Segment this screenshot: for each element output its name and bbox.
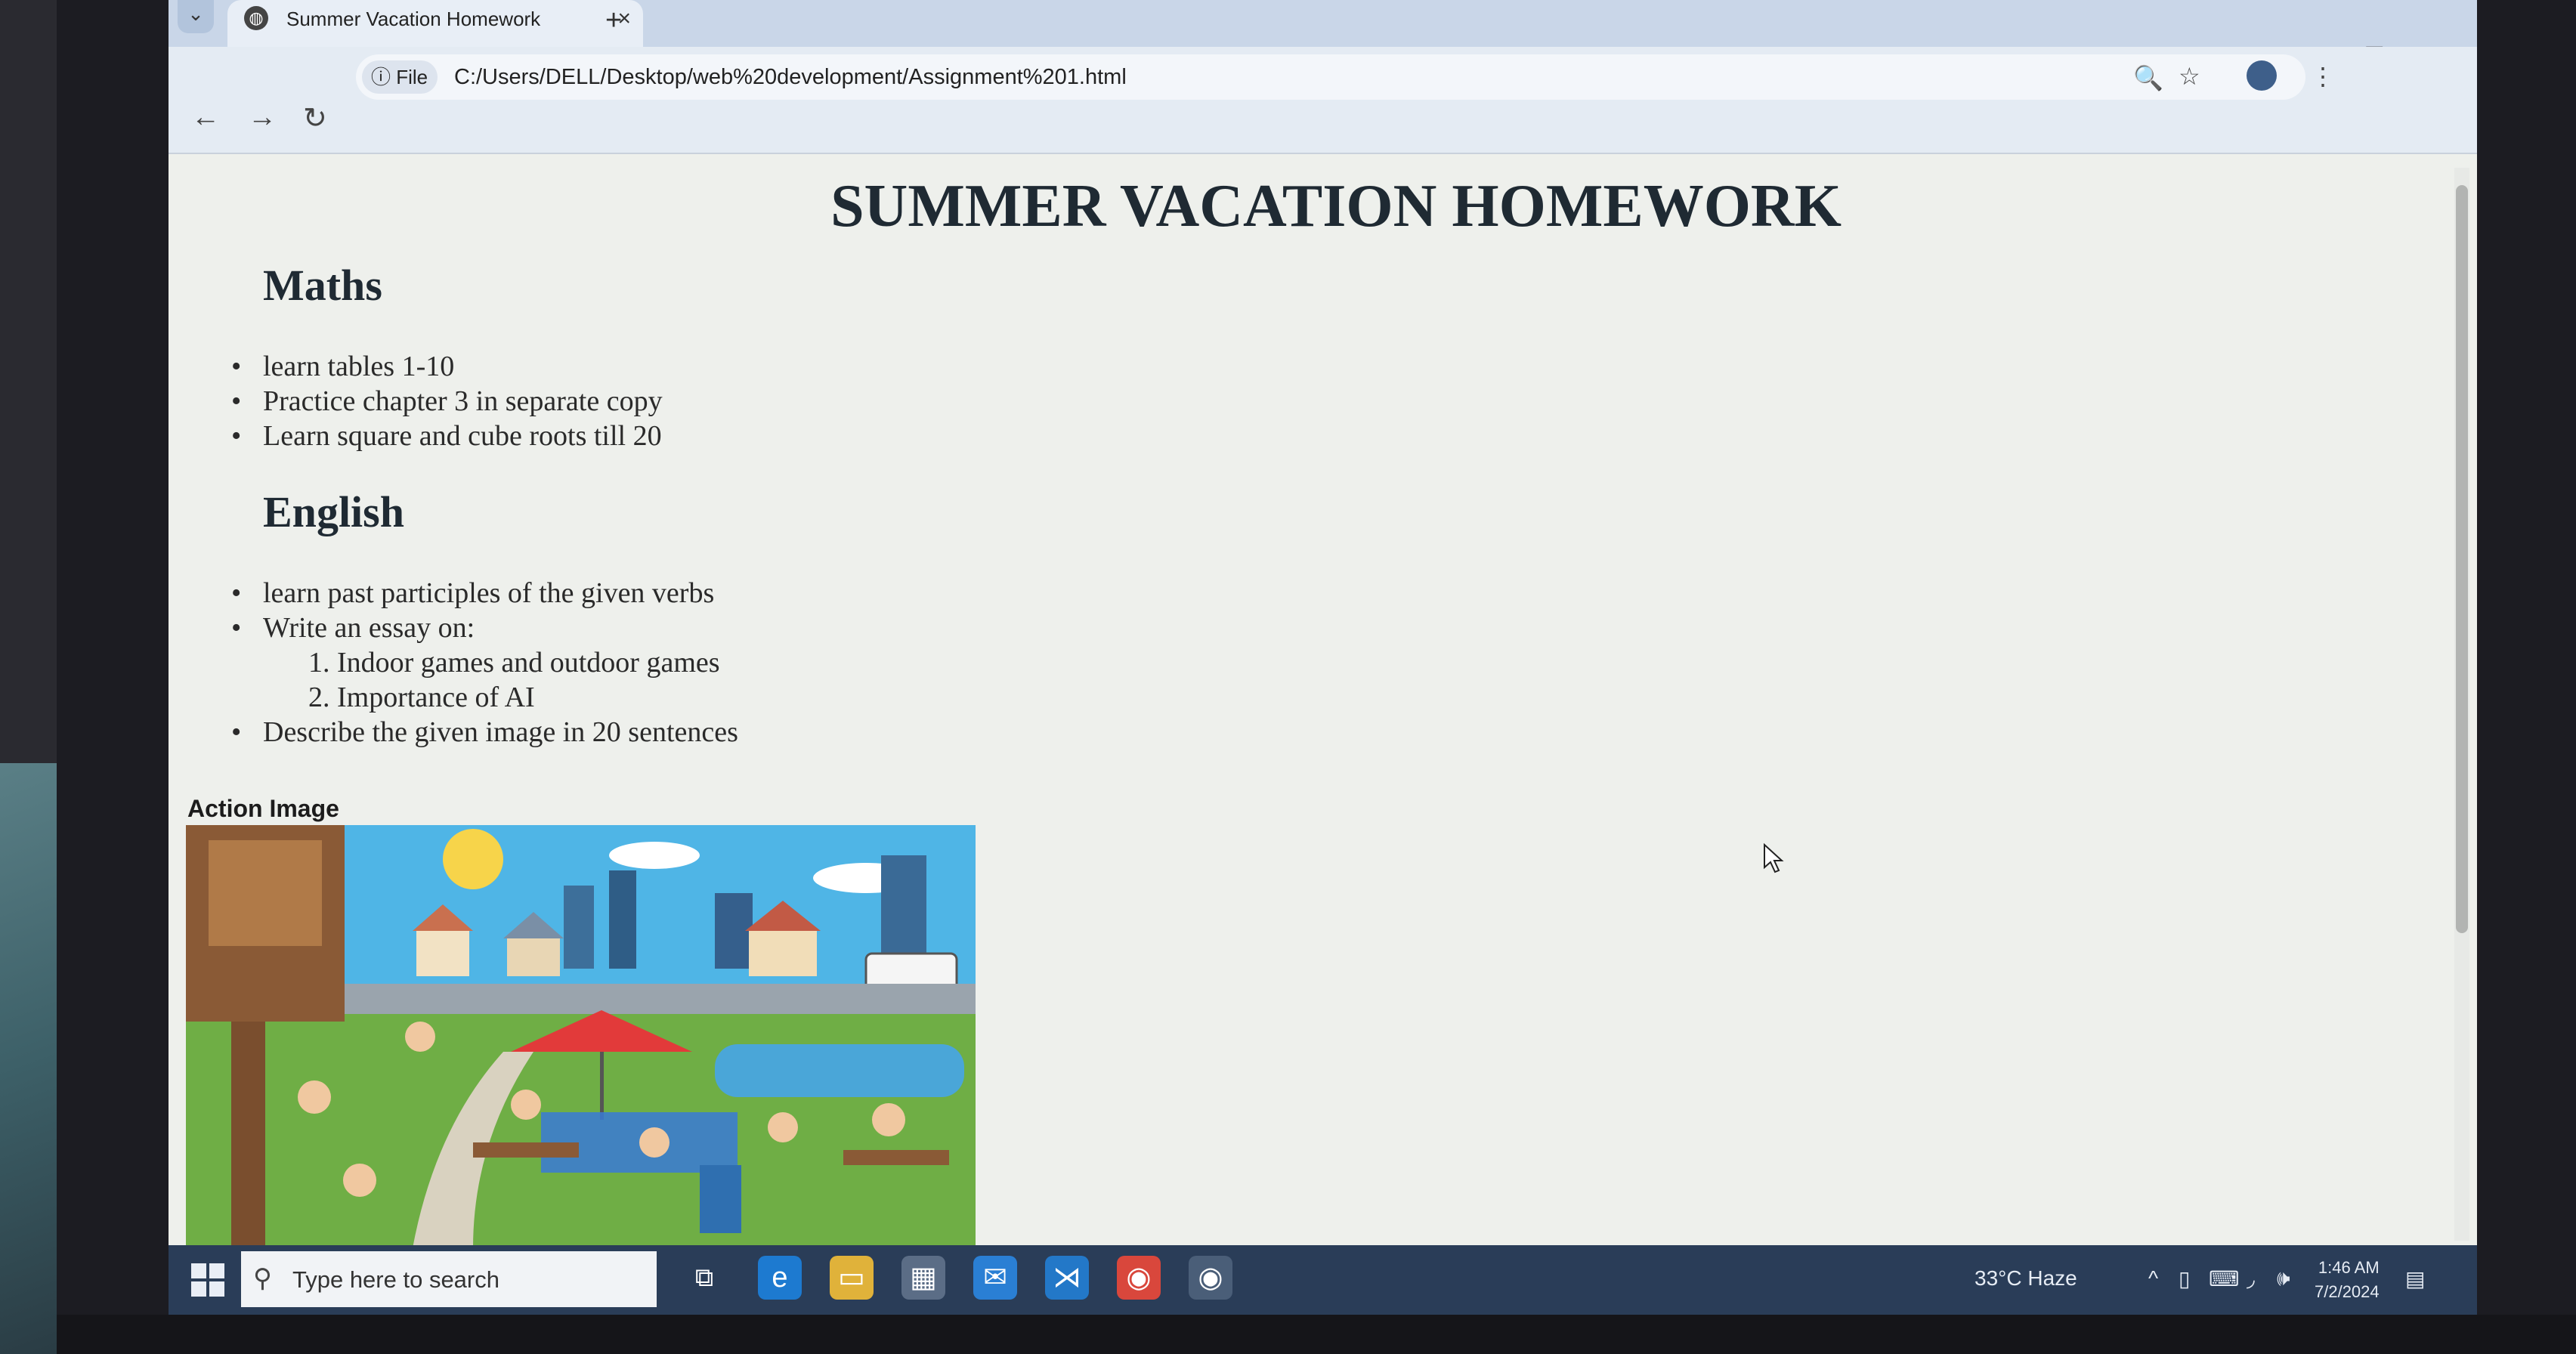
section-heading-english: English [263, 487, 404, 536]
address-bar[interactable]: ⓘ File C:/Users/DELL/Desktop/web%20devel… [356, 54, 2305, 100]
essay-topics-list: 1. Indoor games and outdoor games 2. Imp… [263, 645, 738, 715]
essay-sublist-wrapper: 1. Indoor games and outdoor games 2. Imp… [263, 645, 738, 715]
back-button[interactable]: ← [191, 101, 220, 134]
windows-taskbar: ⚲ Type here to search ⧉ e ▭ ▦ ✉ ⋊ ◉ ◉ 33… [169, 1245, 2477, 1315]
weather-widget[interactable]: 33°C Haze [1975, 1266, 2077, 1291]
zoom-icon[interactable]: 🔍 [2133, 63, 2163, 92]
park-scene-illustration [186, 825, 976, 1248]
section-heading-maths: Maths [263, 261, 382, 310]
battery-icon[interactable]: ▯ [2179, 1266, 2190, 1291]
search-placeholder: Type here to search [292, 1266, 499, 1293]
file-explorer-icon[interactable]: ▭ [830, 1256, 874, 1300]
monitor-bezel-right [2468, 0, 2576, 1354]
list-item: Practice chapter 3 in separate copy [231, 384, 663, 419]
menu-icon[interactable]: ⋮ [2311, 62, 2335, 91]
tab-search-button[interactable]: ⌄ [178, 0, 214, 33]
list-item: 1. Indoor games and outdoor games [308, 647, 720, 679]
reload-button[interactable]: ↻ [303, 101, 327, 135]
microsoft-store-icon[interactable]: ▦ [901, 1256, 945, 1300]
task-view-icon[interactable]: ⧉ [682, 1256, 726, 1300]
taskbar-search-box[interactable]: ⚲ Type here to search [241, 1251, 657, 1307]
forward-button[interactable]: → [248, 101, 277, 134]
screen: ⌄ ◍ Summer Vacation Homework × + – ❐ ✕ ←… [169, 0, 2477, 1315]
url-text[interactable]: C:/Users/DELL/Desktop/web%20development/… [454, 65, 1127, 90]
scrollbar-thumb[interactable] [2456, 185, 2468, 933]
profile-avatar[interactable] [2247, 60, 2277, 91]
volume-icon[interactable]: 🕪 [2277, 1266, 2290, 1291]
new-tab-button[interactable]: + [605, 5, 622, 37]
image-caption: Action Image [187, 795, 339, 822]
chrome-profile-icon[interactable]: ◉ [1117, 1256, 1161, 1300]
show-hidden-icons-chevron-icon[interactable]: ^ [2148, 1266, 2158, 1291]
list-item: learn past participles of the given verb… [231, 576, 738, 611]
mouse-cursor-icon [1764, 843, 1784, 873]
tab-active[interactable]: ◍ Summer Vacation Homework × [227, 0, 643, 47]
maths-list: learn tables 1-10 Practice chapter 3 in … [231, 349, 663, 453]
browser-toolbar: ← → ↻ ⓘ File C:/Users/DELL/Desktop/web%2… [169, 47, 2477, 154]
english-list: learn past participles of the given verb… [231, 576, 738, 750]
list-item: learn tables 1-10 [231, 349, 663, 384]
list-item: 2. Importance of AI [308, 682, 535, 713]
tab-strip: ⌄ ◍ Summer Vacation Homework × + [169, 0, 2477, 47]
clock-date: 7/2/2024 [2315, 1282, 2380, 1301]
page-title: SUMMER VACATION HOMEWORK [830, 173, 1842, 240]
site-info-chip[interactable]: ⓘ File [362, 60, 438, 94]
desk-background [0, 763, 57, 1354]
chrome-icon[interactable]: ◉ [1189, 1256, 1232, 1300]
wifi-icon[interactable]: ◞ [2247, 1266, 2255, 1291]
vscode-icon[interactable]: ⋊ [1045, 1256, 1089, 1300]
mail-icon[interactable]: ✉ [973, 1256, 1017, 1300]
action-image [186, 825, 976, 1248]
taskbar-clock[interactable]: 1:46 AM 7/2/2024 [2315, 1256, 2380, 1304]
list-item: Learn square and cube roots till 20 [231, 419, 663, 453]
notifications-icon[interactable]: ▤ [2405, 1266, 2425, 1291]
list-item: Describe the given image in 20 sentences [231, 715, 738, 750]
monitor-bezel-bottom [57, 1315, 2576, 1354]
windows-start-icon[interactable] [191, 1263, 224, 1297]
globe-icon: ◍ [244, 6, 268, 30]
tab-title: Summer Vacation Homework [286, 8, 541, 30]
bookmark-star-icon[interactable]: ☆ [2179, 62, 2200, 91]
clock-time: 1:46 AM [2318, 1258, 2380, 1277]
input-method-icon[interactable]: ⌨ [2209, 1266, 2239, 1291]
search-icon: ⚲ [253, 1264, 272, 1293]
monitor-bezel-left [57, 0, 170, 1354]
list-item: Write an essay on: [231, 611, 738, 645]
page-content: SUMMER VACATION HOMEWORK Maths learn tab… [169, 154, 2466, 1250]
edge-browser-icon[interactable]: e [758, 1256, 802, 1300]
